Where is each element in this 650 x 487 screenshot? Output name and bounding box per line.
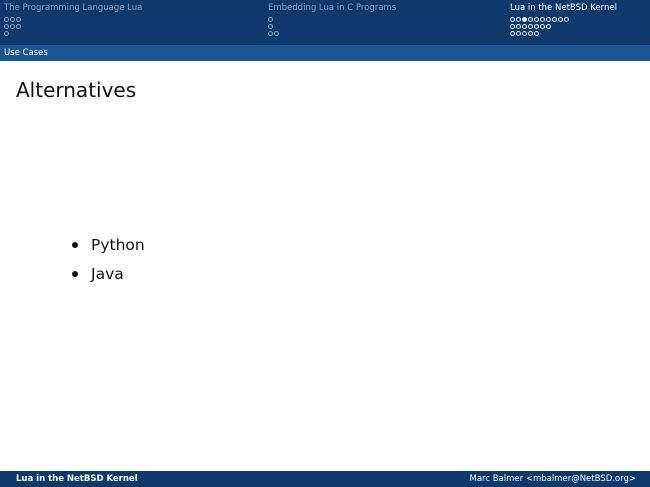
current-frame-dot-icon[interactable] (522, 17, 527, 22)
frame-dot-icon[interactable] (4, 31, 9, 36)
frame-dot-icon[interactable] (274, 31, 279, 36)
frame-dot-icon[interactable] (540, 17, 545, 22)
subsection-bar: Use Cases (0, 45, 650, 61)
frame-dots (268, 16, 396, 37)
subsection-title[interactable]: Use Cases (4, 47, 48, 59)
frame-dot-icon[interactable] (552, 17, 557, 22)
subsection-dot-row (268, 23, 396, 30)
frame-dot-icon[interactable] (4, 17, 9, 22)
frame-dot-icon[interactable] (528, 31, 533, 36)
frame-dot-icon[interactable] (534, 17, 539, 22)
frame-dot-icon[interactable] (546, 24, 551, 29)
frame-dot-icon[interactable] (10, 17, 15, 22)
section-navigation-bar: The Programming Language Lua Embedding L… (0, 0, 650, 45)
bullet-icon (72, 242, 78, 248)
bullet-list: Python Java (70, 233, 145, 291)
frame-dots (4, 16, 142, 37)
frame-dot-icon[interactable] (534, 24, 539, 29)
frame-dot-icon[interactable] (510, 24, 515, 29)
frame-dot-icon[interactable] (16, 17, 21, 22)
nav-section-embedding-lua[interactable]: Embedding Lua in C Programs (268, 3, 396, 37)
nav-section-title[interactable]: The Programming Language Lua (4, 3, 142, 14)
frame-dots (510, 16, 617, 37)
subsection-dot-row (268, 16, 396, 23)
frame-dot-icon[interactable] (564, 17, 569, 22)
frame-dot-icon[interactable] (558, 17, 563, 22)
subsection-dot-row (4, 23, 142, 30)
bullet-item: Python (70, 233, 145, 262)
frame-dot-icon[interactable] (516, 31, 521, 36)
frame-dot-icon[interactable] (528, 24, 533, 29)
nav-section-title[interactable]: Embedding Lua in C Programs (268, 3, 396, 14)
subsection-dot-row (4, 16, 142, 23)
frame-dot-icon[interactable] (16, 24, 21, 29)
frame-dot-icon[interactable] (528, 17, 533, 22)
bullet-text: Java (91, 265, 124, 283)
nav-section-lua-netbsd-kernel[interactable]: Lua in the NetBSD Kernel (510, 3, 617, 37)
footer-author: Marc Balmer <mbalmer@NetBSD.org> (469, 474, 636, 484)
slide-title: Alternatives (16, 78, 137, 102)
subsection-dot-row (4, 30, 142, 37)
nav-section-title[interactable]: Lua in the NetBSD Kernel (510, 3, 617, 14)
footer-bar: Lua in the NetBSD Kernel Marc Balmer <mb… (0, 471, 650, 487)
footer-title: Lua in the NetBSD Kernel (16, 474, 138, 484)
frame-dot-icon[interactable] (510, 17, 515, 22)
subsection-dot-row (510, 16, 617, 23)
subsection-dot-row (268, 30, 396, 37)
frame-dot-icon[interactable] (540, 24, 545, 29)
frame-dot-icon[interactable] (516, 24, 521, 29)
frame-dot-icon[interactable] (534, 31, 539, 36)
frame-dot-icon[interactable] (522, 31, 527, 36)
frame-dot-icon[interactable] (268, 31, 273, 36)
frame-dot-icon[interactable] (522, 24, 527, 29)
bullet-item: Java (70, 262, 145, 291)
frame-dot-icon[interactable] (4, 24, 9, 29)
frame-dot-icon[interactable] (10, 24, 15, 29)
bullet-text: Python (91, 236, 145, 254)
nav-section-programming-language-lua[interactable]: The Programming Language Lua (4, 3, 142, 37)
subsection-dot-row (510, 30, 617, 37)
frame-dot-icon[interactable] (268, 24, 273, 29)
subsection-dot-row (510, 23, 617, 30)
bullet-icon (72, 271, 78, 277)
frame-dot-icon[interactable] (510, 31, 515, 36)
frame-dot-icon[interactable] (546, 17, 551, 22)
frame-dot-icon[interactable] (516, 17, 521, 22)
frame-dot-icon[interactable] (268, 17, 273, 22)
